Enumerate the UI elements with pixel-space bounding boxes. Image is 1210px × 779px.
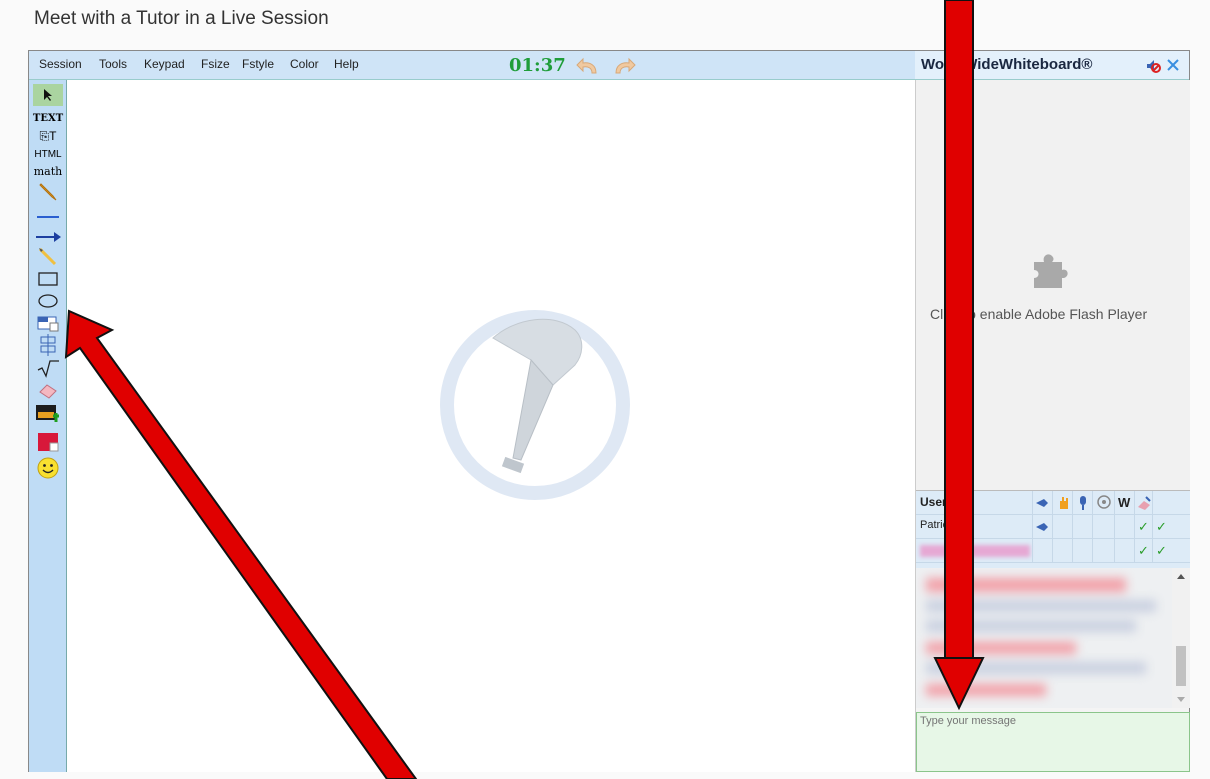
graph-icon: [40, 334, 56, 356]
menu-session[interactable]: Session: [39, 57, 82, 71]
users-table: Users (2) W Patrick S. ✓ ✓ ✓ ✓: [916, 490, 1190, 568]
pointer-hand-icon: [1036, 499, 1048, 507]
user-row[interactable]: Patrick S. ✓ ✓: [916, 515, 1190, 539]
user-name-redacted: [920, 545, 1030, 557]
menu-color[interactable]: Color: [290, 57, 319, 71]
eraser-tool[interactable]: [33, 379, 63, 401]
smiley-icon: [37, 457, 59, 479]
smiley-tool[interactable]: [33, 457, 63, 479]
chat-messages-redacted: [916, 568, 1172, 708]
menu-fstyle[interactable]: Fstyle: [242, 57, 274, 71]
insert-image-tool[interactable]: [33, 403, 63, 425]
menu-keypad[interactable]: Keypad: [144, 57, 185, 71]
eraser-permission-icon: [1138, 496, 1151, 510]
session-timer: 01:37: [509, 55, 566, 76]
cursor-arrow-icon: [44, 89, 52, 101]
close-icon[interactable]: [1167, 59, 1179, 71]
redo-icon[interactable]: [610, 57, 636, 75]
eraser-icon: [39, 384, 57, 399]
flash-placeholder[interactable]: Click to enable Adobe Flash Player: [916, 80, 1190, 490]
sqrt-tool[interactable]: [33, 357, 63, 379]
color-tool[interactable]: [33, 431, 63, 453]
rectangle-tool[interactable]: [33, 268, 63, 290]
chat-message-input[interactable]: [916, 712, 1190, 772]
ellipse-icon: [38, 294, 58, 308]
undo-icon[interactable]: [576, 57, 602, 75]
highlighter-tool[interactable]: [33, 246, 63, 268]
side-panel: Click to enable Adobe Flash Player Users…: [915, 80, 1190, 772]
line-icon: [37, 216, 59, 218]
rectangle-icon: [38, 272, 58, 286]
chat-scrollbar[interactable]: [1172, 568, 1190, 708]
puzzle-piece-icon: [1034, 254, 1068, 288]
insert-image-icon: [36, 405, 59, 422]
torch-logo-icon: [440, 310, 630, 500]
brand-name: WorldWideWhiteboard®: [921, 56, 1093, 73]
brand-bar: WorldWideWhiteboard®: [915, 51, 1189, 80]
scroll-up-icon[interactable]: [1176, 572, 1186, 580]
url-icon: [37, 316, 59, 332]
menu-tools[interactable]: Tools: [99, 57, 127, 71]
page-title: Meet with a Tutor in a Live Session: [34, 8, 329, 29]
whiteboard-check-icon: ✓: [1138, 519, 1149, 534]
tool-palette: TEXT ⎘T HTML math: [29, 80, 67, 772]
highlighter-icon: [38, 247, 57, 266]
arrow-right-icon: [36, 232, 61, 242]
whiteboard-check-icon: ✓: [1138, 543, 1149, 558]
flash-message: Click to enable Adobe Flash Player: [930, 306, 1148, 322]
url-tool[interactable]: [33, 312, 63, 334]
users-header-row: Users (2) W: [916, 491, 1190, 515]
whiteboard-frame: Session Tools Keypad Fsize Fstyle Color …: [28, 50, 1190, 772]
ellipse-tool[interactable]: [33, 290, 63, 312]
pencil-icon: [39, 183, 57, 201]
microphone-icon: [1080, 496, 1086, 510]
sound-off-icon[interactable]: [1145, 58, 1161, 74]
pointer-hand-icon: [1036, 523, 1048, 531]
menu-fsize[interactable]: Fsize: [201, 57, 230, 71]
chat-history: [916, 568, 1172, 708]
scroll-thumb[interactable]: [1176, 646, 1186, 686]
user-name: Patrick S.: [920, 519, 968, 531]
square-root-icon: [37, 360, 59, 378]
whiteboard-column-header: W: [1118, 495, 1131, 510]
menu-help[interactable]: Help: [334, 57, 359, 71]
whiteboard-canvas[interactable]: [67, 80, 915, 772]
menu-bar: Session Tools Keypad Fsize Fstyle Color …: [29, 51, 915, 80]
raise-hand-icon: [1060, 497, 1068, 509]
color-swatch-icon: [38, 433, 59, 452]
select-tool[interactable]: [33, 84, 63, 106]
eraser-check-icon: ✓: [1156, 519, 1167, 534]
math-tool[interactable]: math: [33, 160, 63, 182]
eraser-check-icon: ✓: [1156, 543, 1167, 558]
webcam-icon: [1097, 495, 1111, 509]
line-tool[interactable]: [33, 206, 63, 228]
paste-text-icon: ⎘T: [39, 128, 57, 143]
users-count: Users (2): [920, 495, 972, 509]
arrow-line-tool[interactable]: [33, 226, 63, 248]
scroll-down-icon[interactable]: [1176, 696, 1186, 704]
pencil-tool[interactable]: [33, 180, 63, 202]
graph-tool[interactable]: [33, 334, 63, 356]
user-row[interactable]: ✓ ✓: [916, 539, 1190, 563]
